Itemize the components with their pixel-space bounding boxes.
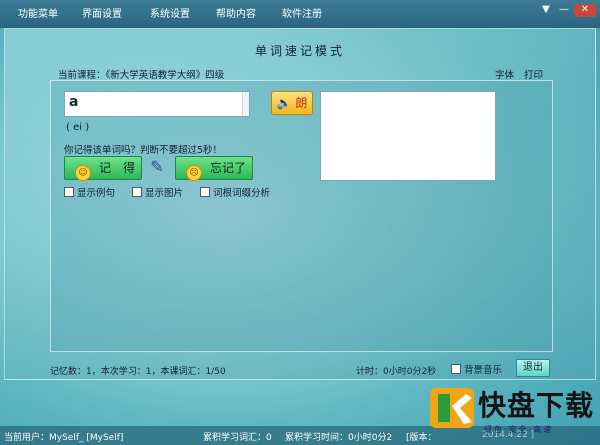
window-controls: ▼ — ✕ <box>538 4 596 17</box>
watermark: 快盘下载 绿色·安全·高速 <box>428 384 600 445</box>
speak-button[interactable]: 🔈 朗 <box>271 91 313 115</box>
forgot-button[interactable]: ☹ 忘记了 <box>175 156 253 181</box>
minimize-icon[interactable]: — <box>556 4 572 17</box>
checkbox-box[interactable] <box>200 187 210 197</box>
forgot-label: 忘记了 <box>210 161 247 175</box>
font-link[interactable]: 字体 <box>495 67 514 81</box>
word-scrollbar[interactable] <box>242 92 249 116</box>
show-image-checkbox[interactable]: 显示图片 <box>132 185 183 199</box>
remember-label: 记 得 <box>99 161 136 175</box>
print-link[interactable]: 打印 <box>524 67 543 81</box>
phonetic: ( ei ) <box>66 122 90 133</box>
menu-functions[interactable]: 功能菜单 <box>18 0 58 28</box>
prompt-text: 你记得该单词吗？判断不要超过5秒！ <box>64 145 223 156</box>
checkbox-box[interactable] <box>132 187 142 197</box>
root-analysis-checkbox[interactable]: 词根词缀分析 <box>200 185 270 199</box>
meaning-panel <box>320 91 496 181</box>
page-title: 单词速记模式 <box>254 44 345 58</box>
checkbox-label: 显示图片 <box>145 188 184 199</box>
memory-stats: 记忆数：1，本次学习：1，本课词汇：1/50 <box>50 367 226 377</box>
bg-music-checkbox[interactable]: 背景音乐 <box>451 362 502 376</box>
sad-icon: ☹ <box>186 165 202 181</box>
watermark-text: 快盘下载 <box>478 389 595 422</box>
menu-register[interactable]: 软件注册 <box>282 0 322 28</box>
checkbox-label: 背景音乐 <box>464 365 503 376</box>
menu-help[interactable]: 帮助内容 <box>216 0 256 28</box>
timer: 计时：0小时0分2秒 <box>356 367 437 377</box>
speak-label: 朗 <box>295 96 308 110</box>
exit-button[interactable]: 退出 <box>516 359 550 377</box>
checkbox-label: 词根词缀分析 <box>213 188 271 199</box>
word-text: a <box>69 94 79 110</box>
word-display: a <box>64 91 250 117</box>
remember-button[interactable]: ☺ 记 得 <box>64 156 142 181</box>
dropdown-icon[interactable]: ▼ <box>538 4 554 17</box>
checkbox-label: 显示例句 <box>77 188 116 199</box>
speaker-icon: 🔈 <box>276 96 292 110</box>
current-user: 当前用户：MySelf_ [MySelf] <box>4 433 124 443</box>
show-example-checkbox[interactable]: 显示例句 <box>64 185 115 199</box>
checkbox-box[interactable] <box>64 187 74 197</box>
menu-system[interactable]: 系统设置 <box>150 0 190 28</box>
close-icon[interactable]: ✕ <box>574 4 596 17</box>
menu-bar: 功能菜单 界面设置 系统设置 帮助内容 软件注册 ▼ — ✕ <box>0 0 600 28</box>
watermark-logo <box>430 388 474 428</box>
menu-interface[interactable]: 界面设置 <box>82 0 122 28</box>
learned-count: 累积学习词汇：0 <box>203 433 272 443</box>
watermark-sub: 绿色·安全·高速 <box>484 425 554 434</box>
pen-icon[interactable]: ✎ <box>146 156 168 178</box>
current-course: 当前课程：《新大学英语教学大纲》四级 <box>58 70 225 81</box>
checkbox-box[interactable] <box>451 364 461 374</box>
learned-time: 累积学习时间：0小时0分2 <box>285 433 393 443</box>
smile-icon: ☺ <box>75 165 91 181</box>
